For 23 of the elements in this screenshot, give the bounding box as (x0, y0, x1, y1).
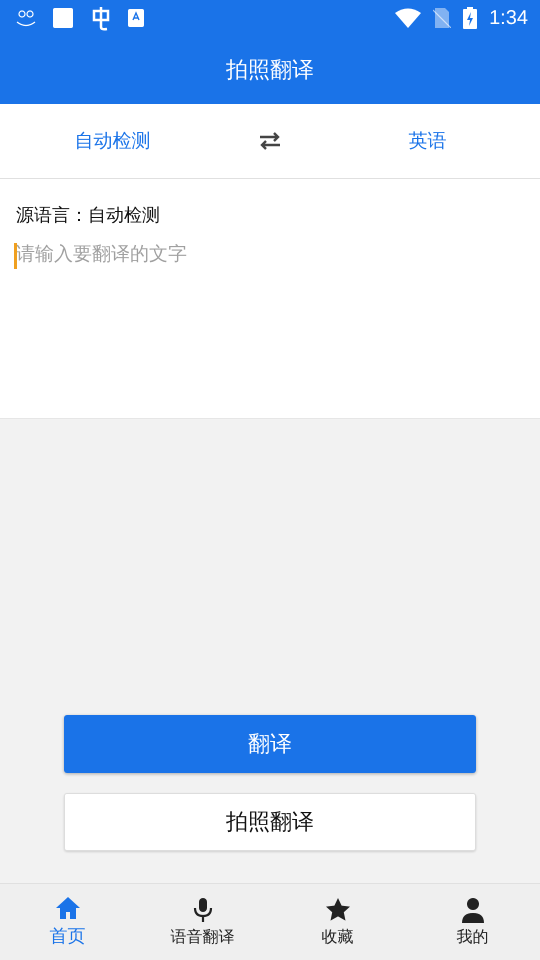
photo-translate-button[interactable]: 拍照翻译 (64, 793, 476, 851)
nav-tab[interactable]: 收藏 (270, 884, 405, 960)
translate-button[interactable]: 翻译 (64, 715, 476, 773)
nav-tab[interactable]: 语音翻译 (135, 884, 270, 960)
battery-icon (463, 7, 478, 29)
target-language-button[interactable]: 英语 (347, 122, 508, 160)
source-language-label: 源语言：自动检测 (16, 204, 161, 227)
nav-tab[interactable]: 我的 (405, 884, 540, 960)
wifi-icon (395, 8, 422, 28)
status-time: 1:34 (489, 6, 528, 30)
swap-icon[interactable] (258, 131, 282, 151)
text-input-field[interactable]: 请输入要翻译的文字 (16, 239, 524, 399)
microphone-icon (192, 896, 214, 922)
input-panel[interactable]: 源语言：自动检测 请输入要翻译的文字 (0, 179, 540, 419)
person-icon (460, 896, 484, 922)
square-icon (52, 7, 74, 29)
no-sim-icon (433, 8, 452, 28)
nav-tab[interactable]: 首页 (0, 884, 135, 960)
home-icon (54, 896, 80, 920)
screen-title: 拍照翻译 (226, 57, 314, 85)
star-icon (324, 896, 350, 922)
document-icon (128, 9, 144, 27)
source-language-button[interactable]: 自动检测 (32, 122, 193, 160)
